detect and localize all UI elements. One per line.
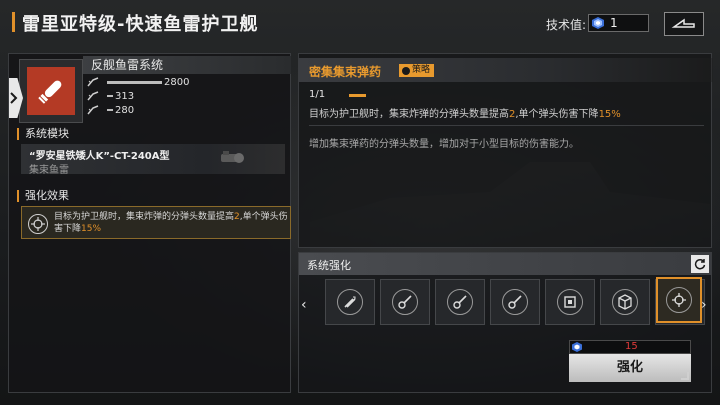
divider xyxy=(309,125,704,126)
module-thumbnail-icon xyxy=(221,151,244,163)
detail-panel: 密集集束弹药 策略 1/1 目标为护卫舰时，集束炸弹的分弹头数量提高2,单个弹头… xyxy=(298,53,713,248)
title-accent xyxy=(12,12,15,32)
angle-icon xyxy=(87,105,99,115)
system-icon-box[interactable] xyxy=(19,59,83,123)
torpedo-icon xyxy=(27,67,75,115)
module-section-heading: 系统模块 xyxy=(17,128,69,140)
stat-value-2: 280 xyxy=(115,104,135,116)
box-icon xyxy=(612,289,638,315)
prev-arrow[interactable]: ‹ xyxy=(301,297,307,313)
target-icon xyxy=(666,287,692,313)
back-button[interactable] xyxy=(664,12,704,36)
page-title: 雷里亚特级-快速鱼雷护卫舰 xyxy=(22,14,259,35)
effect-text: 目标为护卫舰时，集束炸弹的分弹头数量提高2,单个弹头伤害下降15% xyxy=(54,212,288,234)
angle-icon xyxy=(87,91,99,101)
stat-value-0: 2800 xyxy=(164,76,190,88)
slot-guitar-3[interactable] xyxy=(490,279,540,325)
slot-box[interactable] xyxy=(600,279,650,325)
refresh-button[interactable] xyxy=(691,255,709,273)
detail-name: 密集集束弹药 xyxy=(309,65,382,79)
guitar-icon xyxy=(392,289,418,315)
slot-guitar-1[interactable] xyxy=(380,279,430,325)
target-icon xyxy=(28,214,48,234)
detail-subtext: 增加集束弹药的分弹头数量，增加对于小型目标的伤害能力。 xyxy=(309,139,579,150)
enhance-button[interactable]: 强化 xyxy=(569,354,691,382)
tech-value: 1 xyxy=(610,16,618,30)
stat-dash xyxy=(107,95,113,97)
level-bar xyxy=(349,94,366,97)
cost-value: 15 xyxy=(625,341,638,352)
effect-card: 目标为护卫舰时，集束炸弹的分弹头数量提高2,单个弹头伤害下降15% xyxy=(21,206,291,239)
detail-header: 密集集束弹药 策略 xyxy=(299,58,713,82)
module-name: “罗安星铁矮人K”-CT-240A型 xyxy=(29,151,170,162)
detail-description: 目标为护卫舰时，集束炸弹的分弹头数量提高2,单个弹头伤害下降15% xyxy=(309,109,621,120)
stat-value-1: 313 xyxy=(115,90,135,102)
strategy-badge: 策略 xyxy=(399,64,435,77)
module-type: 集束鱼雷 xyxy=(29,165,69,176)
slot-chip[interactable] xyxy=(545,279,595,325)
chevron-right-icon xyxy=(10,92,18,104)
level-text: 1/1 xyxy=(309,89,326,100)
effect-section-heading: 强化效果 xyxy=(17,190,69,202)
guitar-icon xyxy=(447,289,473,315)
stat-row-b: 280 xyxy=(87,104,134,116)
header: 雷里亚特级-快速鱼雷护卫舰 技术值: 1 xyxy=(0,0,720,46)
strategy-dot-icon xyxy=(402,66,410,75)
stat-dash xyxy=(107,109,113,111)
range-icon xyxy=(87,77,99,87)
enhance-panel: 系统强化 ‹ › 15 强化 xyxy=(298,252,712,393)
enhance-title: 系统强化 xyxy=(307,259,351,272)
tech-label: 技术值: xyxy=(546,18,587,32)
tech-value-box: 1 xyxy=(588,14,649,32)
stat-row-a: 313 xyxy=(87,90,134,102)
tech-gem-icon xyxy=(572,342,582,352)
slot-target-selected[interactable] xyxy=(656,277,702,323)
stat-row-range: 2800 xyxy=(87,76,189,88)
refresh-icon xyxy=(694,258,706,270)
tech-gem-icon xyxy=(592,17,604,29)
missile-icon xyxy=(337,289,363,315)
back-arrow-icon xyxy=(671,18,695,28)
slot-missile[interactable] xyxy=(325,279,375,325)
chip-icon xyxy=(557,289,583,315)
button-corner xyxy=(681,372,689,380)
system-panel: 反舰鱼雷系统 2800 313 280 系统模块 “罗安星铁矮人K”-CT-24… xyxy=(8,53,291,393)
badge-label: 策略 xyxy=(412,65,431,75)
enhance-header: 系统强化 xyxy=(299,253,711,275)
system-name: 反舰鱼雷系统 xyxy=(83,56,291,74)
cost-box: 15 xyxy=(569,340,691,354)
slot-guitar-2[interactable] xyxy=(435,279,485,325)
guitar-icon xyxy=(502,289,528,315)
module-card[interactable]: “罗安星铁矮人K”-CT-240A型 集束鱼雷 xyxy=(21,144,285,176)
stat-bar xyxy=(107,80,162,84)
